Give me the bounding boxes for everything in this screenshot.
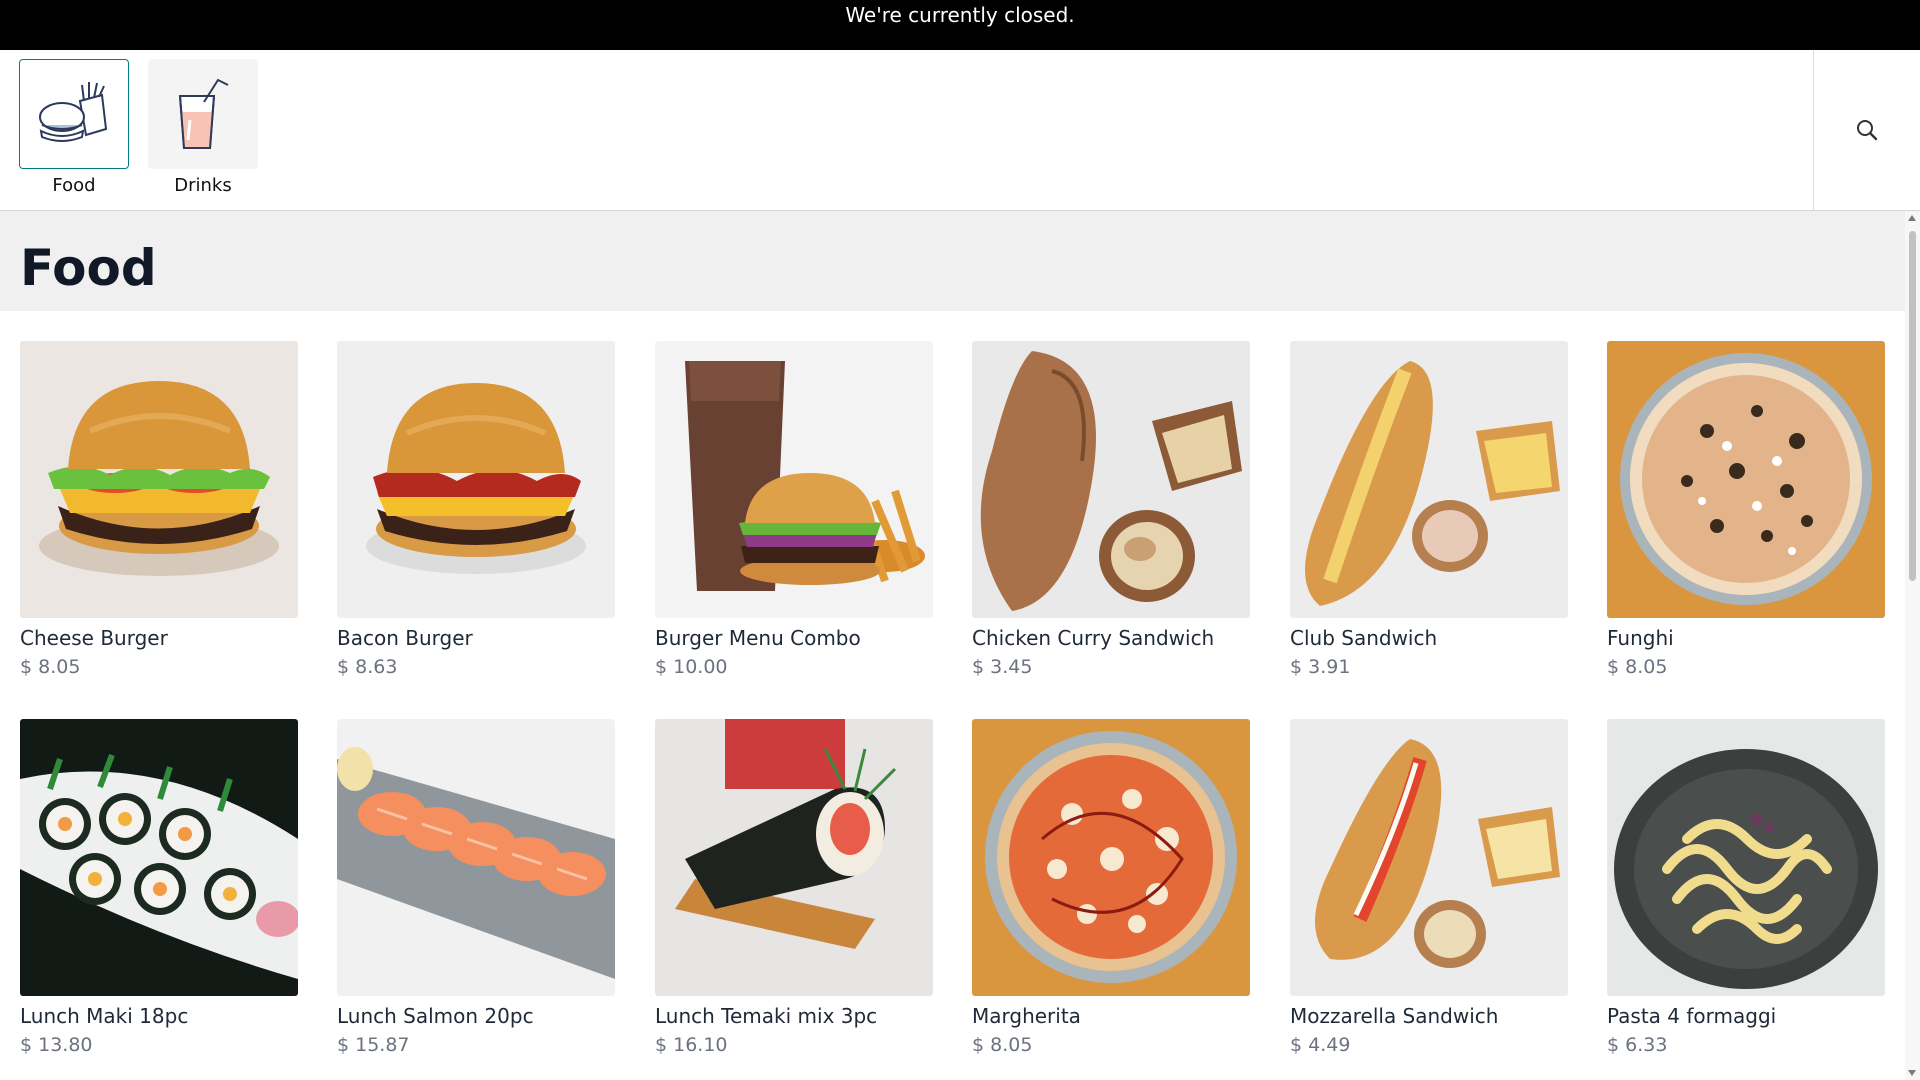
club-sandwich-image [1290,341,1568,618]
chicken-curry-sandwich-image [972,341,1250,618]
product-card[interactable]: Cheese Burger $ 8.05 [20,341,298,678]
product-price: $ 6.33 [1607,1034,1668,1056]
scroll-up-icon[interactable] [1908,215,1916,221]
product-card[interactable]: Bacon Burger $ 8.63 [337,341,615,678]
product-card[interactable]: Margherita $ 8.05 [972,719,1250,1056]
drink-glass-icon [148,59,258,169]
product-price: $ 3.91 [1290,656,1351,678]
vertical-scrollbar[interactable] [1905,211,1920,1080]
category-food[interactable]: Food [19,59,129,196]
product-price: $ 16.10 [655,1034,728,1056]
product-price: $ 8.05 [972,1034,1033,1056]
margherita-pizza-image [972,719,1250,996]
product-grid: Cheese Burger $ 8.05 Bacon Burger $ 8.63 [0,311,1905,1080]
bacon-burger-image [337,341,615,618]
product-card[interactable]: Funghi $ 8.05 [1607,341,1885,678]
category-drinks[interactable]: Drinks [148,59,258,196]
search-icon [1857,120,1878,141]
product-name: Lunch Temaki mix 3pc [655,1004,878,1028]
search-button[interactable] [1813,50,1920,210]
mozzarella-sandwich-image [1290,719,1568,996]
burger-fries-icon [19,59,129,169]
closed-banner-text: We're currently closed. [845,3,1075,27]
product-price: $ 3.45 [972,656,1033,678]
product-card[interactable]: Pasta 4 formaggi $ 6.33 [1607,719,1885,1056]
category-bar: Food Drinks [0,50,1920,211]
product-name: Funghi [1607,626,1674,650]
section-title: Food [20,239,157,297]
cheese-burger-image [20,341,298,618]
pasta-image [1607,719,1885,996]
product-card[interactable]: Mozzarella Sandwich $ 4.49 [1290,719,1568,1056]
scroll-down-icon[interactable] [1908,1070,1916,1076]
product-price: $ 8.05 [20,656,81,678]
product-name: Cheese Burger [20,626,168,650]
product-name: Mozzarella Sandwich [1290,1004,1499,1028]
product-name: Club Sandwich [1290,626,1438,650]
product-name: Bacon Burger [337,626,473,650]
scrollbar-thumb[interactable] [1909,231,1916,581]
product-card[interactable]: Club Sandwich $ 3.91 [1290,341,1568,678]
product-price: $ 10.00 [655,656,728,678]
temaki-image [655,719,933,996]
category-label: Drinks [174,175,232,196]
product-price: $ 4.49 [1290,1034,1351,1056]
closed-banner: We're currently closed. [0,0,1920,50]
product-price: $ 13.80 [20,1034,93,1056]
product-price: $ 8.05 [1607,656,1668,678]
salmon-sushi-image [337,719,615,996]
product-name: Chicken Curry Sandwich [972,626,1215,650]
product-card[interactable]: Burger Menu Combo $ 10.00 [655,341,933,678]
product-price: $ 15.87 [337,1034,410,1056]
product-card[interactable]: Chicken Curry Sandwich $ 3.45 [972,341,1250,678]
product-name: Lunch Maki 18pc [20,1004,189,1028]
burger-combo-image [655,341,933,618]
product-name: Margherita [972,1004,1081,1028]
product-area: Food Cheese Burger $ 8.05 Bacon Burger $… [0,211,1905,1080]
product-card[interactable]: Lunch Maki 18pc $ 13.80 [20,719,298,1056]
category-label: Food [52,175,96,196]
product-price: $ 8.63 [337,656,398,678]
maki-image [20,719,298,996]
funghi-pizza-image [1607,341,1885,618]
product-name: Burger Menu Combo [655,626,861,650]
product-name: Pasta 4 formaggi [1607,1004,1777,1028]
product-card[interactable]: Lunch Temaki mix 3pc $ 16.10 [655,719,933,1056]
product-name: Lunch Salmon 20pc [337,1004,534,1028]
product-card[interactable]: Lunch Salmon 20pc $ 15.87 [337,719,615,1056]
